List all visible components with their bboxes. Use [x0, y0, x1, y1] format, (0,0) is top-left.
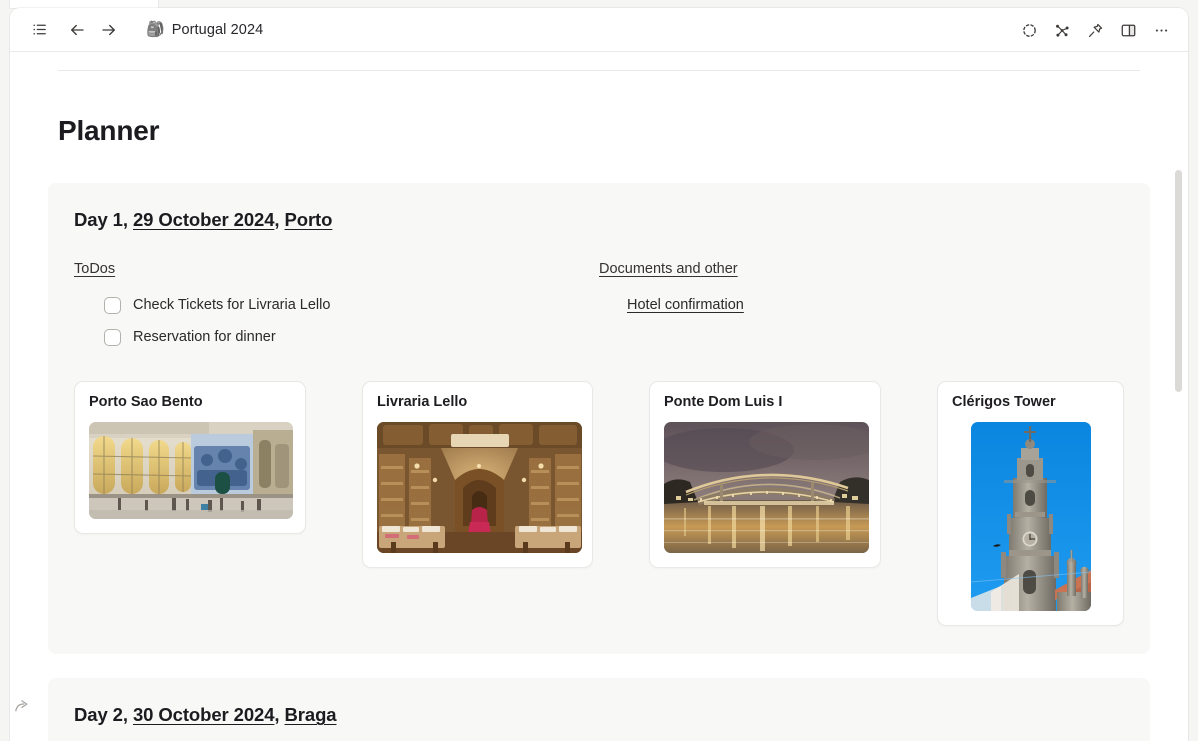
todo-label: Check Tickets for Livraria Lello: [133, 297, 330, 313]
toolbar-left-group: 🎒 Portugal 2024: [24, 15, 271, 45]
place-card-image: [89, 422, 293, 519]
place-card[interactable]: Livraria Lello: [362, 381, 593, 568]
app-window: 🎒 Portugal 2024: [10, 8, 1188, 741]
list-item[interactable]: Reservation for dinner: [74, 321, 599, 353]
place-card[interactable]: Ponte Dom Luis I: [649, 381, 881, 568]
more-options-icon[interactable]: [1146, 15, 1176, 45]
pin-icon[interactable]: [1080, 15, 1110, 45]
background-tab[interactable]: [10, 0, 158, 8]
todos-list: Check Tickets for Livraria Lello Reserva…: [74, 289, 599, 353]
documents-heading[interactable]: Documents and other: [599, 261, 1124, 277]
todos-heading[interactable]: ToDos: [74, 261, 599, 277]
document-title: Portugal 2024: [172, 22, 264, 38]
day-2-prefix: Day 2,: [74, 704, 128, 725]
documents-column: Documents and other Hotel confirmation: [599, 261, 1124, 353]
document-link[interactable]: Hotel confirmation: [627, 297, 744, 313]
place-card-image: [664, 422, 869, 553]
forward-arrow-icon[interactable]: [94, 15, 124, 45]
day-2-place-link[interactable]: Braga: [285, 704, 337, 725]
backpack-icon: 🎒: [146, 22, 165, 37]
todo-checkbox[interactable]: [104, 297, 121, 314]
document-content: Planner Day 1, 29 October 2024, Porto To…: [10, 70, 1188, 741]
toolbar-right-group: [1014, 15, 1176, 45]
content-divider: [58, 70, 1140, 71]
back-arrow-icon[interactable]: [62, 15, 92, 45]
vertical-scrollbar[interactable]: [1173, 52, 1185, 741]
day-1-columns: ToDos Check Tickets for Livraria Lello R…: [48, 261, 1150, 353]
place-card-title: Livraria Lello: [377, 394, 578, 410]
share-icon[interactable]: [8, 693, 34, 719]
list-item[interactable]: Check Tickets for Livraria Lello: [74, 289, 599, 321]
breadcrumb[interactable]: 🎒 Portugal 2024: [142, 18, 271, 42]
split-panel-icon[interactable]: [1113, 15, 1143, 45]
day-1-comma: ,: [274, 209, 279, 230]
day-2-date-link[interactable]: 30 October 2024: [133, 704, 274, 725]
place-card-title: Ponte Dom Luis I: [664, 394, 866, 410]
todo-checkbox[interactable]: [104, 329, 121, 346]
day-section-1: Day 1, 29 October 2024, Porto ToDos Chec…: [48, 183, 1150, 654]
place-card-row: Porto Sao Bento: [48, 381, 1150, 626]
scrollbar-thumb[interactable]: [1175, 170, 1182, 392]
place-card[interactable]: Clérigos Tower: [937, 381, 1124, 626]
page-title: Planner: [58, 115, 1150, 147]
place-card-title: Porto Sao Bento: [89, 394, 291, 410]
list-item: Hotel confirmation: [599, 289, 1124, 321]
todos-column: ToDos Check Tickets for Livraria Lello R…: [74, 261, 599, 353]
day-1-date-link[interactable]: 29 October 2024: [133, 209, 274, 230]
ai-assist-icon[interactable]: [1014, 15, 1044, 45]
document-scroll-area[interactable]: Planner Day 1, 29 October 2024, Porto To…: [10, 52, 1188, 741]
day-2-heading: Day 2, 30 October 2024, Braga: [48, 704, 1150, 726]
day-1-prefix: Day 1,: [74, 209, 128, 230]
graph-view-icon[interactable]: [1047, 15, 1077, 45]
day-1-heading: Day 1, 29 October 2024, Porto: [48, 209, 1150, 231]
day-section-2: Day 2, 30 October 2024, Braga add import…: [48, 678, 1150, 741]
toolbar: 🎒 Portugal 2024: [10, 8, 1188, 52]
place-card-title: Clérigos Tower: [952, 394, 1109, 410]
place-card-image: [971, 422, 1091, 611]
place-card-image: [377, 422, 582, 553]
todo-label: Reservation for dinner: [133, 329, 276, 345]
day-2-comma: ,: [274, 704, 279, 725]
day-1-place-link[interactable]: Porto: [285, 209, 333, 230]
sidebar-toggle-icon[interactable]: [24, 15, 54, 45]
documents-list: Hotel confirmation: [599, 289, 1124, 321]
place-card[interactable]: Porto Sao Bento: [74, 381, 306, 534]
browser-tab-strip: [0, 0, 1198, 8]
